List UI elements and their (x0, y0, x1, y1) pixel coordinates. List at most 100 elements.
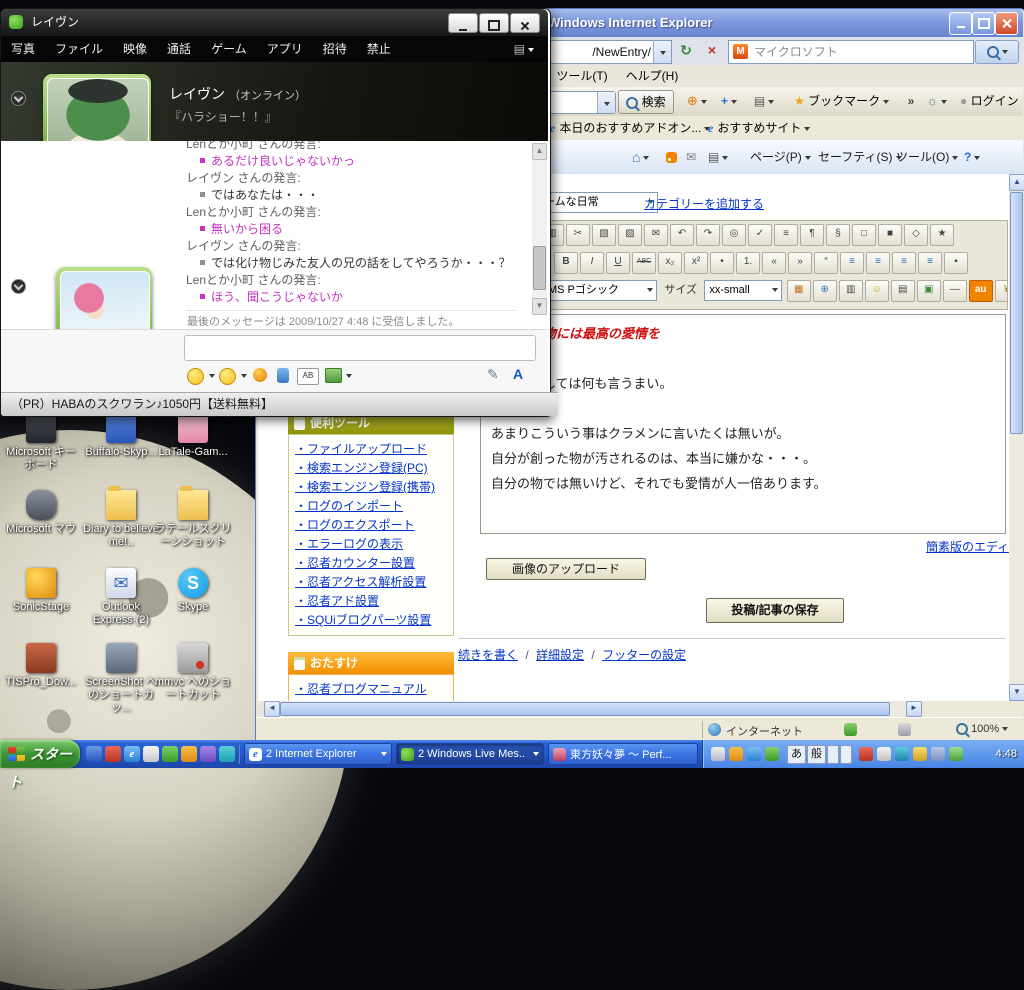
font-size-select[interactable]: xx-small (704, 280, 783, 301)
sidebar-link-log-export[interactable]: ・ログのエクスポート (295, 516, 447, 535)
help-menu-button[interactable]: ? (964, 148, 981, 166)
home-button[interactable]: ⌂ (632, 148, 650, 166)
wink-picker-icon[interactable] (219, 368, 236, 385)
au-mobile-icon[interactable]: au (968, 280, 993, 302)
desktop-icon-diary-folder[interactable]: Diary to believe me!.. (82, 486, 160, 549)
quick-launch-icon-2[interactable] (105, 746, 121, 762)
align-justify-button[interactable]: ≡ (918, 252, 942, 274)
image-icon[interactable]: ▣ (916, 280, 941, 302)
outdent-button[interactable]: « (762, 252, 786, 274)
ime-tool-button-2[interactable] (840, 745, 852, 764)
toolbar-bookmarks-button[interactable]: ★ ブックマーク (790, 90, 898, 112)
numbered-list-button[interactable]: 1. (736, 252, 760, 274)
desktop-icon-screenshot-shortcut[interactable]: ScreenShot へ のショートカッ... (82, 643, 160, 715)
messenger-close-button[interactable] (510, 13, 540, 33)
blockquote-button[interactable]: “ (814, 252, 838, 274)
tray-icon-2[interactable] (729, 747, 743, 761)
bullet-list-button[interactable]: • (710, 252, 734, 274)
handwriting-pen-icon[interactable]: ✎ (487, 366, 499, 383)
toolbar-add-button[interactable]: + (716, 90, 742, 112)
chat-scroll-thumb[interactable] (533, 246, 546, 290)
sidebar-link-squi-blog-parts[interactable]: ・SQUiブログパーツ設置 (295, 611, 447, 630)
menu-block[interactable]: 禁止 (357, 36, 401, 62)
refresh-button[interactable]: ↻ (674, 40, 698, 62)
menu-files[interactable]: ファイル (45, 36, 113, 62)
paragraph-icon[interactable]: ¶ (800, 224, 824, 246)
quick-launch-icon-4[interactable] (143, 746, 159, 762)
sidebar-link-ninja-analytics[interactable]: ・忍者アクセス解析設置 (295, 573, 447, 592)
address-dropdown-button[interactable] (653, 41, 671, 63)
ad-banner[interactable]: （PR）HABAのスクワラン♪1050円【送料無料】 (1, 392, 558, 416)
sidebar-link-search-engine-pc[interactable]: ・検索エンジン登録(PC) (295, 459, 447, 478)
ie-maximize-button[interactable] (972, 12, 995, 35)
quick-launch-icon-8[interactable] (219, 746, 235, 762)
desktop-icon-screenshot-folder[interactable]: ラテールスクリ ーンショット (154, 486, 232, 549)
simple-editor-link[interactable]: 簡素版のエディ (926, 538, 1009, 555)
voice-clip-icon[interactable] (277, 368, 289, 383)
desktop-icon-sonicstage[interactable]: SonicStage (2, 568, 80, 614)
text-mode-button[interactable]: A (513, 366, 523, 382)
fill-icon[interactable]: ■ (878, 224, 902, 246)
messenger-maximize-button[interactable] (479, 13, 509, 33)
zoom-control[interactable]: 100% (956, 723, 1009, 736)
scroll-down-button[interactable]: ▼ (532, 298, 547, 315)
sidebar-link-error-log[interactable]: ・エラーログの表示 (295, 535, 447, 554)
ime-tool-button-1[interactable] (827, 745, 839, 764)
list-icon[interactable]: ≡ (774, 224, 798, 246)
scroll-up-button[interactable]: ▲ (532, 143, 547, 160)
share-menu-button[interactable]: ▤ (514, 36, 534, 62)
toolbar-search-dropdown[interactable] (597, 92, 615, 113)
entry-body-editor[interactable]: の創った物には最高の愛情を 業。 一件に関しては何も言うまい。 あまりこういう事… (480, 314, 1006, 534)
emoticon-icon[interactable]: ☺ (864, 280, 889, 302)
desktop-icon-keyboard[interactable]: Microsoft キー ボード (2, 413, 80, 472)
tray-icon-7[interactable] (895, 747, 909, 761)
subscript-button[interactable]: x₂ (658, 252, 682, 274)
feeds-button[interactable] (666, 148, 677, 166)
align-left-button[interactable]: ≡ (840, 252, 864, 274)
strikethrough-button[interactable]: ABC (632, 252, 656, 274)
scroll-up-button[interactable]: ▲ (1009, 174, 1024, 191)
tray-icon-3[interactable] (747, 747, 761, 761)
shape-icon[interactable]: ◇ (904, 224, 928, 246)
favorites-item-suggested-sites[interactable]: e おすすめサイト (708, 119, 811, 137)
section-icon[interactable]: § (826, 224, 850, 246)
self-avatar-toggle[interactable] (11, 279, 26, 294)
toolbar-gear-icon-button[interactable]: ⊕ (684, 90, 710, 112)
remote-avatar-toggle[interactable] (11, 91, 26, 106)
align-center-button[interactable]: ≡ (866, 252, 890, 274)
sidebar-link-ninja-blog-manual[interactable]: ・忍者ブログマニュアル (295, 680, 447, 699)
sidebar-link-ninja-ad[interactable]: ・忍者アド設置 (295, 592, 447, 611)
palette-icon[interactable]: ▦ (786, 280, 811, 302)
desktop-icon-buffalo-skype[interactable]: Buffalo-Skyp... (82, 413, 160, 459)
underline-button[interactable]: U (606, 252, 630, 274)
tray-icon-8[interactable] (913, 747, 927, 761)
menu-photos[interactable]: 写真 (1, 36, 45, 62)
sidebar-link-file-upload[interactable]: ・ファイルアップロード (295, 440, 447, 459)
menu-apps[interactable]: アプリ (257, 36, 313, 62)
desktop-icon-mmvc-shortcut[interactable]: mmvc へのショ ートカット (154, 643, 232, 702)
ie-close-button[interactable] (995, 12, 1018, 35)
currency-icon[interactable]: ¥ (994, 280, 1007, 302)
horizontal-scroll-thumb[interactable] (280, 702, 890, 716)
messenger-minimize-button[interactable] (448, 13, 478, 33)
find-icon[interactable]: ◎ (722, 224, 746, 246)
network-icon[interactable] (949, 747, 963, 761)
toolbar-wrench-button[interactable]: ☼ (924, 90, 950, 112)
menu-tools[interactable]: ツール(T) (547, 65, 616, 87)
ime-input-mode[interactable]: あ (787, 745, 806, 764)
quick-launch-ie-icon[interactable]: e (124, 746, 140, 762)
scroll-right-button[interactable]: ► (906, 701, 922, 717)
tray-icon-4[interactable] (765, 747, 779, 761)
sidebar-link-ninja-counter[interactable]: ・忍者カウンター設置 (295, 554, 447, 573)
desktop-icon-skype[interactable]: Skype (154, 568, 232, 614)
quick-launch-icon-1[interactable] (86, 746, 102, 762)
message-input-field[interactable] (184, 335, 536, 361)
write-more-link[interactable]: 続きを書く (458, 648, 518, 662)
box-icon[interactable]: □ (852, 224, 876, 246)
menu-invite[interactable]: 招待 (313, 36, 357, 62)
safety-menu-button[interactable]: セーフティ(S) (818, 148, 902, 166)
media-icon[interactable]: ▥ (838, 280, 863, 302)
chat-scrollbar[interactable]: ▲ ▼ (532, 143, 547, 315)
quick-launch-icon-6[interactable] (181, 746, 197, 762)
vertical-scrollbar[interactable]: ▲ ▼ (1009, 174, 1024, 701)
